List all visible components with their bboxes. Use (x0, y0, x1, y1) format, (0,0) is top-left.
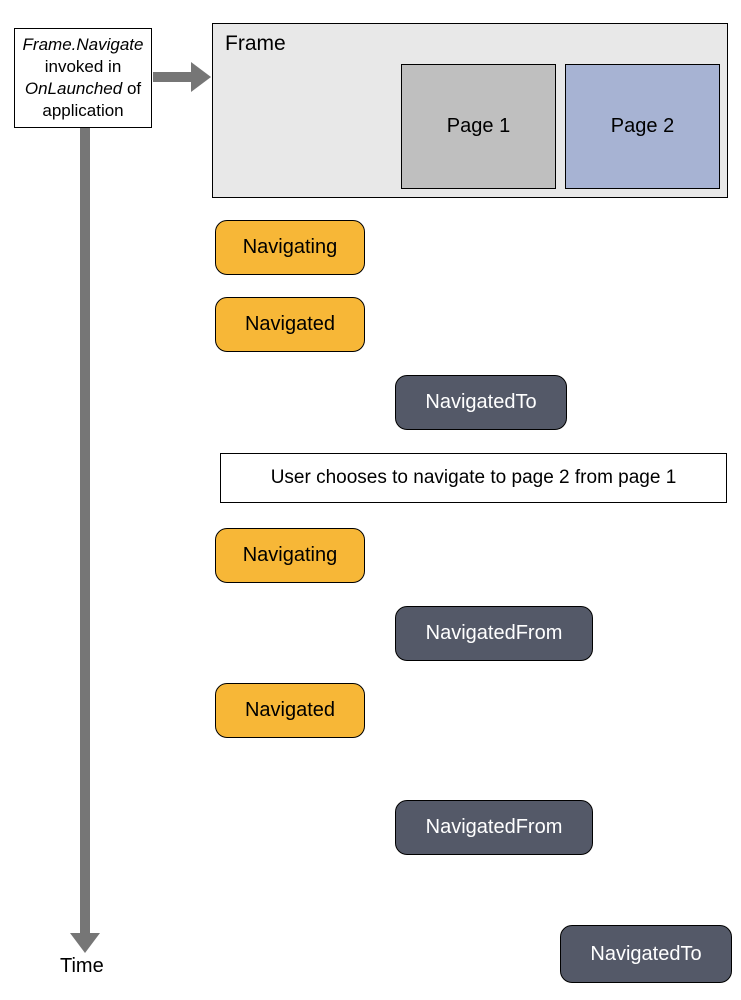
event-navigating-2: Navigating (215, 528, 365, 583)
arrow-right-line (153, 72, 193, 82)
event-navigatedto-2: NavigatedTo (560, 925, 732, 983)
invoke-prefix: Frame.Navigate (23, 35, 144, 54)
invoke-box: Frame.Navigate invoked in OnLaunched of … (14, 28, 152, 128)
event-navigatedfrom-2: NavigatedFrom (395, 800, 593, 855)
invoke-text: Frame.Navigate invoked in OnLaunched of … (21, 34, 145, 122)
event-navigatedto-1: NavigatedTo (395, 375, 567, 430)
event-navigated-1: Navigated (215, 297, 365, 352)
frame-container: Frame Page 1 Page 2 (212, 23, 728, 198)
page-1-box: Page 1 (401, 64, 556, 189)
event-navigated-2: Navigated (215, 683, 365, 738)
invoke-mid: invoked in (45, 57, 122, 76)
event-navigating-1: Navigating (215, 220, 365, 275)
time-arrow-line (80, 128, 90, 938)
user-action-box: User chooses to navigate to page 2 from … (220, 453, 727, 503)
page-2-box: Page 2 (565, 64, 720, 189)
invoke-method: OnLaunched (25, 79, 122, 98)
time-arrow-head-icon (70, 933, 100, 953)
arrow-right-head-icon (191, 62, 211, 92)
arrow-right (153, 62, 211, 92)
event-navigatedfrom-1: NavigatedFrom (395, 606, 593, 661)
time-label: Time (60, 955, 104, 978)
frame-label: Frame (225, 32, 286, 56)
